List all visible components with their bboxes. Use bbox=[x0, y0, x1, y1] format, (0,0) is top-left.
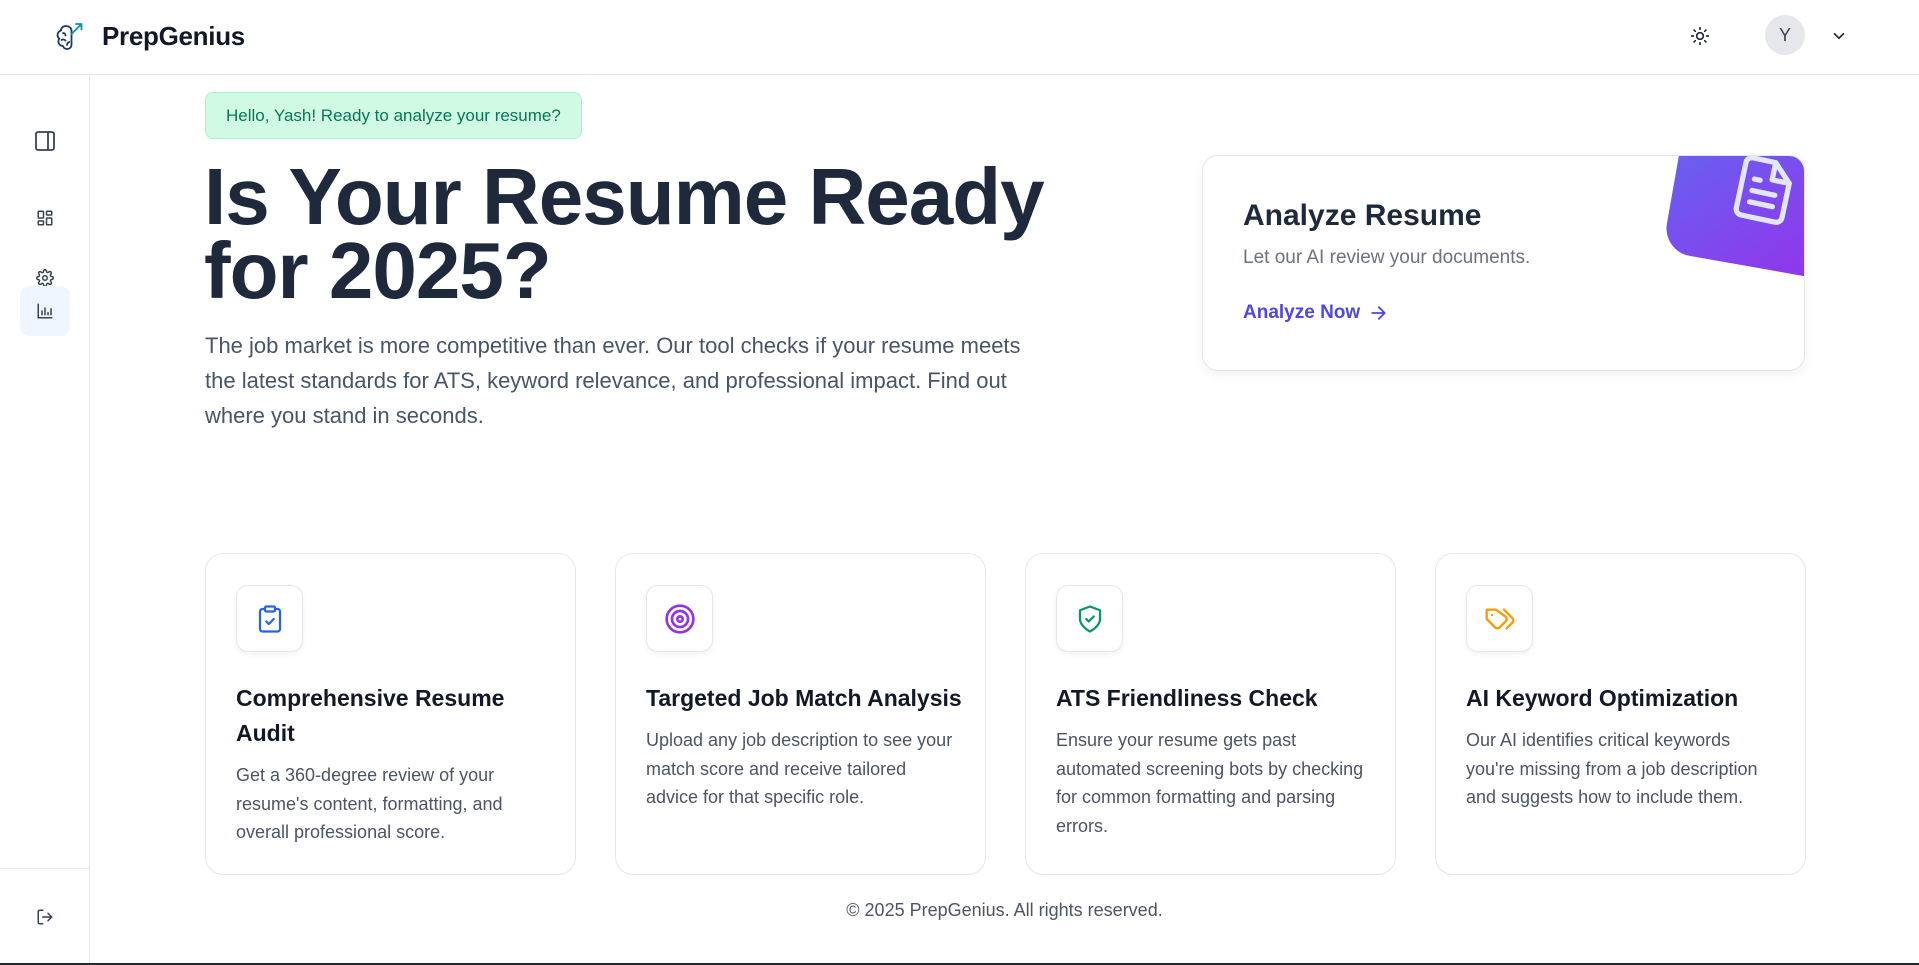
feature-icon-box bbox=[1056, 585, 1123, 652]
logout-button[interactable] bbox=[20, 892, 70, 942]
clipboard-check-icon bbox=[258, 604, 281, 633]
feature-icon-box bbox=[646, 585, 713, 652]
feature-card[interactable]: AI Keyword Optimization Our AI identifie… bbox=[1435, 553, 1806, 875]
sidebar-item-dashboard[interactable] bbox=[20, 193, 70, 243]
feature-title: AI Keyword Optimization bbox=[1466, 685, 1739, 711]
bar-chart-icon bbox=[37, 303, 53, 319]
feature-icon-box bbox=[1466, 585, 1533, 652]
chevron-down-icon bbox=[1833, 32, 1845, 40]
page-title: Is Your Resume Ready for 2025? bbox=[204, 157, 1064, 311]
panel-left-icon bbox=[35, 131, 55, 151]
feature-description: Upload any job description to see your m… bbox=[646, 730, 953, 807]
arrow-right-icon bbox=[1371, 306, 1386, 320]
feature-card[interactable]: Targeted Job Match Analysis Upload any j… bbox=[615, 553, 986, 875]
grid-icon bbox=[37, 210, 53, 226]
feature-title: ATS Friendliness Check bbox=[1056, 685, 1318, 711]
analyze-card-title: Analyze Resume bbox=[1243, 199, 1482, 232]
footer-copyright: © 2025 PrepGenius. All rights reserved. bbox=[846, 900, 1163, 920]
shield-check-icon bbox=[1078, 604, 1101, 633]
feature-card[interactable]: Comprehensive Resume Audit Get a 360-deg… bbox=[205, 553, 576, 875]
feature-icon-box bbox=[236, 585, 303, 652]
feature-card[interactable]: ATS Friendliness Check Ensure your resum… bbox=[1025, 553, 1396, 875]
user-menu-button[interactable] bbox=[1827, 24, 1851, 48]
document-icon bbox=[1733, 156, 1792, 225]
gear-icon bbox=[36, 269, 54, 287]
brand[interactable]: PrepGenius bbox=[52, 18, 245, 54]
tags-icon bbox=[1484, 607, 1515, 630]
sidebar-item-analytics[interactable] bbox=[20, 286, 70, 336]
analyze-now-link[interactable]: Analyze Now bbox=[1243, 302, 1388, 324]
hero-subtitle: The job market is more competitive than … bbox=[205, 333, 1021, 428]
analyze-resume-card[interactable]: Analyze Resume Let our AI review your do… bbox=[1202, 155, 1805, 371]
sidebar-toggle-button[interactable] bbox=[20, 116, 70, 166]
page-title-line-2: for 2025? bbox=[204, 226, 552, 315]
feature-description: Our AI identifies critical keywords you'… bbox=[1466, 730, 1758, 807]
avatar[interactable]: Y bbox=[1765, 15, 1805, 55]
analyze-card-subtitle: Let our AI review your documents. bbox=[1243, 247, 1531, 268]
sun-icon bbox=[1690, 26, 1710, 46]
top-header: PrepGenius Y bbox=[0, 0, 1919, 75]
logout-icon bbox=[37, 909, 53, 925]
greeting-badge: Hello, Yash! Ready to analyze your resum… bbox=[205, 92, 582, 139]
feature-description: Ensure your resume gets past automated s… bbox=[1056, 730, 1364, 836]
analyze-now-label: Analyze Now bbox=[1243, 302, 1361, 323]
theme-toggle-button[interactable] bbox=[1686, 22, 1714, 50]
target-icon bbox=[664, 603, 695, 634]
feature-title: Targeted Job Match Analysis bbox=[646, 685, 962, 711]
sidebar bbox=[0, 75, 90, 965]
feature-title: Comprehensive Resume Audit bbox=[236, 685, 505, 746]
sidebar-divider bbox=[0, 868, 90, 869]
feature-description: Get a 360-degree review of your resume's… bbox=[236, 765, 503, 842]
brand-name: PrepGenius bbox=[102, 20, 245, 51]
brain-logo-icon bbox=[56, 23, 83, 50]
